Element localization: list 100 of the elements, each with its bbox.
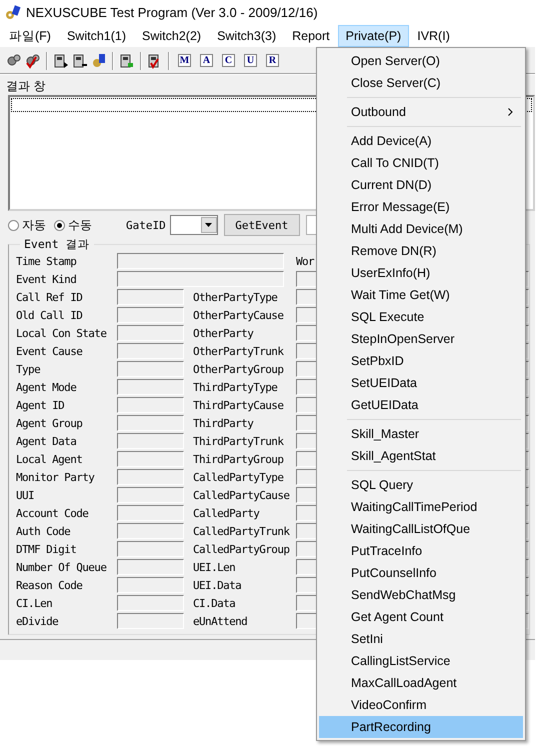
input-field[interactable] [117,325,184,341]
menu-item[interactable]: UserExInfo(H) [319,262,523,284]
get-event-button[interactable]: GetEvent [224,214,300,236]
menu-item[interactable]: Get Agent Count [319,606,523,628]
menu-item[interactable]: GetUEIData [319,394,523,416]
menu-item[interactable]: Skill_AgentStat [319,445,523,467]
chevron-right-icon [508,108,513,116]
input-field[interactable] [117,469,184,485]
menu-item[interactable]: SetIni [319,628,523,650]
field-label: OtherPartyType [193,290,278,304]
field-label: CalledPartyTrunk [193,524,291,538]
input-field[interactable] [117,505,184,521]
field-label: Monitor Party [16,470,96,484]
field-label: Agent Group [16,416,84,430]
input-field[interactable] [117,415,184,431]
device-square-icon[interactable] [119,52,135,68]
field-label: Type [16,362,42,376]
radio-button[interactable] [54,220,65,230]
radio-label: 수동 [68,216,92,234]
caret-icon [205,223,212,227]
input-field[interactable] [117,541,184,557]
field-label: UUI [16,488,36,502]
menu-item[interactable]: SetPbxID [319,350,523,372]
device-play-icon[interactable] [53,52,69,68]
result-window-label: 결과 창 [6,78,46,92]
radio-button[interactable] [8,220,19,230]
field-label: CI.Data [193,596,236,610]
input-field[interactable] [117,343,184,359]
field-label: Account Code [16,506,90,520]
field-label: Agent Data [16,434,78,448]
field-label: Wor [296,254,316,268]
letter-button[interactable]: R [266,54,279,67]
menu-item[interactable]: Multi Add Device(M) [319,218,523,240]
field-label: ThirdParty [193,416,254,430]
field-label: CalledParty [193,506,260,520]
menu-item[interactable]: WaitingCallTimePeriod [319,496,523,518]
menu-item[interactable]: Switch2(2) [134,25,210,47]
field-label: OtherPartyGroup [193,362,284,376]
menu-item[interactable]: Error Message(E) [319,196,523,218]
field-label: Call Ref ID [16,290,84,304]
letter-button[interactable]: U [244,54,257,67]
input-field[interactable] [117,379,184,395]
field-label: Old Call ID [16,308,84,322]
menu-item[interactable]: Add Device(A) [319,130,523,152]
field-label: UEI.Data [193,578,242,592]
menu-item[interactable]: Wait Time Get(W) [319,284,523,306]
input-field[interactable] [117,307,184,323]
input-field[interactable] [117,433,184,449]
menu-item[interactable]: WaitingCallListOfQue [319,518,523,540]
input-field[interactable] [117,523,184,539]
field-label: CalledPartyGroup [193,542,290,556]
gears-check-icon[interactable] [25,52,41,68]
menu-item[interactable]: StepInOpenServer [319,328,523,350]
menu-item[interactable]: Switch1(1) [58,25,134,47]
menu-item[interactable]: Open Server(O) [319,50,523,72]
input-field[interactable] [117,613,184,629]
menu-item[interactable]: Private(P) [338,25,410,47]
field-label: CalledPartyCause [193,488,290,502]
input-field[interactable] [117,253,284,269]
input-field[interactable] [117,271,284,287]
menu-item[interactable]: MaxCallLoadAgent [319,672,523,694]
field-label: ThirdPartyGroup [193,452,284,466]
menu-item[interactable]: Remove DN(R) [319,240,523,262]
input-field[interactable] [117,577,184,593]
menu-item[interactable]: SendWebChatMsg [319,584,523,606]
letter-button[interactable]: C [222,54,235,67]
input-field[interactable] [117,361,184,377]
menu-item[interactable]: SetUEIData [319,372,523,394]
menu-item[interactable]: SQL Query [319,474,523,496]
menu-item[interactable]: 파일(F) [1,24,59,48]
menu-item[interactable]: Skill_Master [319,423,523,445]
gears-icon[interactable] [6,52,22,68]
menu-item[interactable]: VideoConfirm [319,694,523,716]
device-arrow-icon[interactable] [72,52,88,68]
menu-item[interactable]: Switch3(3) [209,25,284,47]
letter-button[interactable]: A [200,54,213,67]
field-label: eDivide [16,614,60,628]
input-field[interactable] [117,397,184,413]
menu-item[interactable]: PutTraceInfo [319,540,523,562]
submenu-item[interactable]: Outbound [319,101,523,123]
menu-item-label: Outbound [351,105,406,119]
menu-item[interactable]: Current DN(D) [319,174,523,196]
window-title: NEXUSCUBE Test Program (Ver 3.0 - 2009/12/16) [26,5,318,20]
input-field[interactable] [117,595,184,611]
menu-item[interactable]: Close Server(C) [319,72,523,94]
menu-item[interactable]: IVR(I) [409,25,458,47]
menu-item[interactable]: PartRecording [319,716,523,738]
field-label: UEI.Len [193,560,236,574]
input-field[interactable] [117,559,184,575]
input-field[interactable] [117,289,184,305]
input-field[interactable] [117,487,184,503]
menu-item[interactable]: Call To CNID(T) [319,152,523,174]
menu-item[interactable]: SQL Execute [319,306,523,328]
gate-id-dropdown[interactable] [170,215,218,235]
menu-item[interactable]: CallingListService [319,650,523,672]
device-user-icon[interactable] [91,52,107,68]
letter-button[interactable]: M [178,54,191,67]
menu-item[interactable]: Report [284,25,338,47]
input-field[interactable] [117,451,184,467]
menu-item[interactable]: PutCounselInfo [319,562,523,584]
